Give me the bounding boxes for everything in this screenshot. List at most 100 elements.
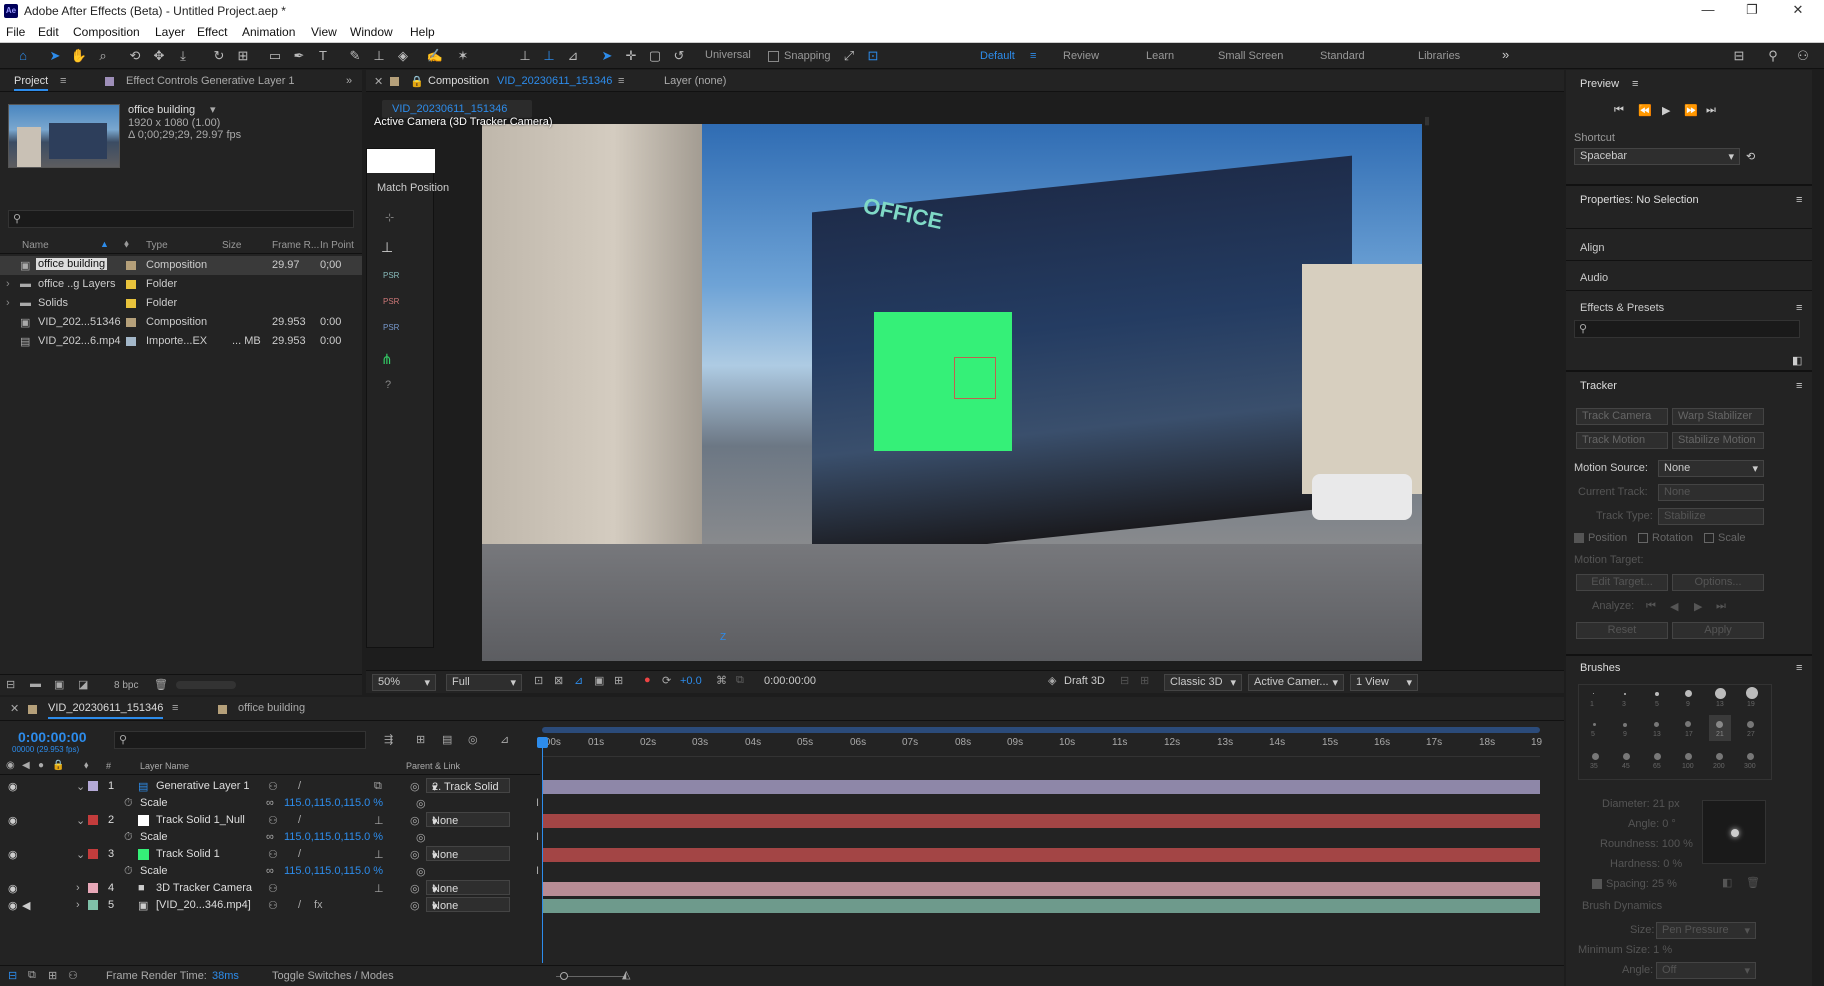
layer-switches-icon[interactable]: ⧉ (28, 969, 36, 982)
panel-overflow-icon[interactable]: » (346, 75, 352, 87)
stopwatch-icon[interactable]: ⏱ (124, 865, 133, 878)
constrain-icon[interactable]: ∞ (266, 865, 274, 877)
motion-source-select[interactable]: None ▾ (1658, 460, 1764, 477)
property-row[interactable]: ⏱ Scale ∞ 115.0,115.0,115.0 % ◎ I (0, 863, 1540, 880)
shy-icon[interactable]: ⚇ (268, 882, 278, 895)
align-panel[interactable]: Align (1580, 242, 1604, 254)
pickwhip-icon[interactable]: ◎ (410, 814, 420, 827)
label-column-icon[interactable]: ⬧ (124, 238, 129, 251)
audio-panel[interactable]: Audio (1580, 272, 1608, 284)
type-tool-icon[interactable]: T (314, 47, 332, 65)
3d-layer-icon[interactable]: ⧉ (374, 780, 382, 793)
keyframe-icon[interactable]: I (536, 865, 539, 877)
last-frame-icon[interactable]: ⏭ (1706, 104, 1716, 117)
fx-switch[interactable]: fx (314, 899, 323, 911)
view-axis-icon[interactable]: ⊿ (564, 47, 582, 65)
layer-row[interactable]: ◉ ⌄ 1 ▤ Generative Layer 1 ⚇ / ⧉ ◎ 2. Tr… (0, 778, 1540, 795)
menu-layer[interactable]: Layer (155, 25, 185, 39)
mask-visibility-icon[interactable]: ⊿ (574, 674, 583, 687)
3d-scale-icon[interactable]: ▢ (646, 47, 664, 65)
target-icon[interactable]: ⊹ (385, 211, 394, 224)
layer-bar[interactable] (542, 899, 1540, 913)
parent-select[interactable]: None ▾ (426, 897, 510, 913)
menu-window[interactable]: Window (350, 25, 393, 39)
home-icon[interactable]: ⌂ (14, 47, 32, 65)
psr-link-icon[interactable]: PSR (383, 271, 399, 280)
analyze-forward-icon[interactable]: ▶ (1694, 600, 1702, 613)
new-comp-icon[interactable]: ▣ (54, 678, 64, 691)
work-area-bar[interactable] (542, 727, 1540, 733)
property-row[interactable]: ⏱ Scale ∞ 115.0,115.0,115.0 % ◎ I (0, 795, 1540, 812)
workspace-libraries[interactable]: Libraries (1418, 50, 1460, 62)
zoom-select[interactable]: 50% ▾ (372, 674, 436, 691)
layer-bar[interactable] (542, 814, 1540, 828)
adjust-icon[interactable]: ◪ (78, 678, 88, 691)
pickwhip-icon[interactable]: ◎ (410, 882, 420, 895)
snap-icon[interactable]: ⤢ (840, 47, 858, 65)
interpret-footage-icon[interactable]: ⊟ (6, 678, 15, 691)
menu-view[interactable]: View (311, 25, 337, 39)
label-swatch[interactable] (88, 815, 98, 825)
layer-row[interactable]: ◉ › 4 ■ 3D Tracker Camera ⚇ ⊥ ◎ None ▾ (0, 880, 1540, 897)
reset-button[interactable]: Reset (1576, 622, 1668, 639)
snapping-checkbox[interactable] (768, 51, 779, 62)
label-swatch[interactable] (88, 900, 98, 910)
menu-edit[interactable]: Edit (38, 25, 59, 39)
solo-icon[interactable]: ● (38, 760, 44, 771)
psr-link-icon[interactable]: PSR (383, 297, 399, 306)
project-item[interactable]: ▣ VID_202...51346 Composition 29.953 0:0… (0, 313, 362, 332)
playhead-handle[interactable] (537, 737, 548, 748)
new-bin-icon[interactable]: ◧ (1792, 354, 1802, 367)
dolly-tool-icon[interactable]: ⤓ (174, 47, 192, 65)
track-camera-button[interactable]: Track Camera (1576, 408, 1668, 425)
shy-icon[interactable]: ⚇ (268, 848, 278, 861)
guides-icon[interactable]: ▣ (594, 674, 604, 687)
audio-icon[interactable]: ◀ (22, 899, 30, 912)
keyframe-icon[interactable]: I (536, 797, 539, 809)
expand-arrow-icon[interactable]: › (6, 297, 10, 309)
visibility-icon[interactable]: ◉ (6, 760, 15, 771)
eraser-tool-icon[interactable]: ◈ (394, 47, 412, 65)
layer-tab[interactable]: Layer (none) (664, 75, 726, 87)
channel-icon[interactable]: ● (644, 674, 651, 686)
viewer-footage[interactable]: OFFICE (482, 124, 1422, 661)
menu-composition[interactable]: Composition (73, 25, 140, 39)
project-search-input[interactable]: ⚲ (8, 210, 354, 228)
comp-tab-name[interactable]: VID_20230611_151346 (497, 75, 612, 87)
pickwhip-icon[interactable]: ◎ (416, 865, 426, 878)
workspace-small-screen[interactable]: Small Screen (1218, 50, 1283, 62)
comp-flowchart-icon[interactable]: ⇶ (384, 733, 393, 746)
layer-name[interactable]: Generative Layer 1 (156, 780, 250, 792)
menu-animation[interactable]: Animation (242, 25, 295, 39)
rotate-tool-icon[interactable]: ↻ (210, 47, 228, 65)
prev-frame-icon[interactable]: ⏪ (1638, 104, 1652, 117)
label-swatch[interactable] (88, 883, 98, 893)
layer-name[interactable]: [VID_20...346.mp4] (156, 899, 251, 911)
col-in-point[interactable]: In Point (320, 240, 354, 251)
user-icon[interactable]: ⚇ (1794, 47, 1812, 65)
psr-link-icon[interactable]: PSR (383, 323, 399, 332)
layer-bar[interactable] (542, 780, 1540, 794)
axis-icon[interactable]: ⊥ (381, 239, 393, 256)
3d-layer-icon[interactable]: ⊥ (374, 848, 384, 861)
3d-layer-icon[interactable]: ⊥ (374, 882, 384, 895)
next-frame-icon[interactable]: ⏩ (1684, 104, 1698, 117)
keyframe-icon[interactable]: I (536, 831, 539, 843)
anchor-tool-icon[interactable]: ⊞ (234, 47, 252, 65)
parent-select[interactable]: None ▾ (426, 846, 510, 862)
expand-arrow-icon[interactable]: ⌄ (76, 814, 85, 827)
panel-menu-icon[interactable]: ≡ (1796, 194, 1802, 206)
reset-exposure-icon[interactable]: ⟳ (662, 674, 671, 687)
layer-row[interactable]: ◉ ⌄ 3 Track Solid 1 ⚇ / ⊥ ◎ None ▾ (0, 846, 1540, 863)
timeline-tab-2[interactable]: office building (238, 702, 305, 714)
expand-arrow-icon[interactable]: › (76, 899, 80, 911)
local-axis-icon[interactable]: ⊥ (516, 47, 534, 65)
close-button[interactable]: ✕ (1778, 2, 1818, 18)
time-ruler[interactable]: :00s 01s 02s 03s 04s 05s 06s 07s 08s 09s… (542, 727, 1542, 757)
3d-move-icon[interactable]: ✛ (622, 47, 640, 65)
render-time-icon[interactable]: ⊟ (8, 969, 17, 982)
visibility-icon[interactable]: ◉ (8, 814, 18, 827)
pickwhip-icon[interactable]: ◎ (410, 899, 420, 912)
grid-icon[interactable]: ⊞ (614, 674, 623, 687)
col-type[interactable]: Type (146, 240, 168, 251)
